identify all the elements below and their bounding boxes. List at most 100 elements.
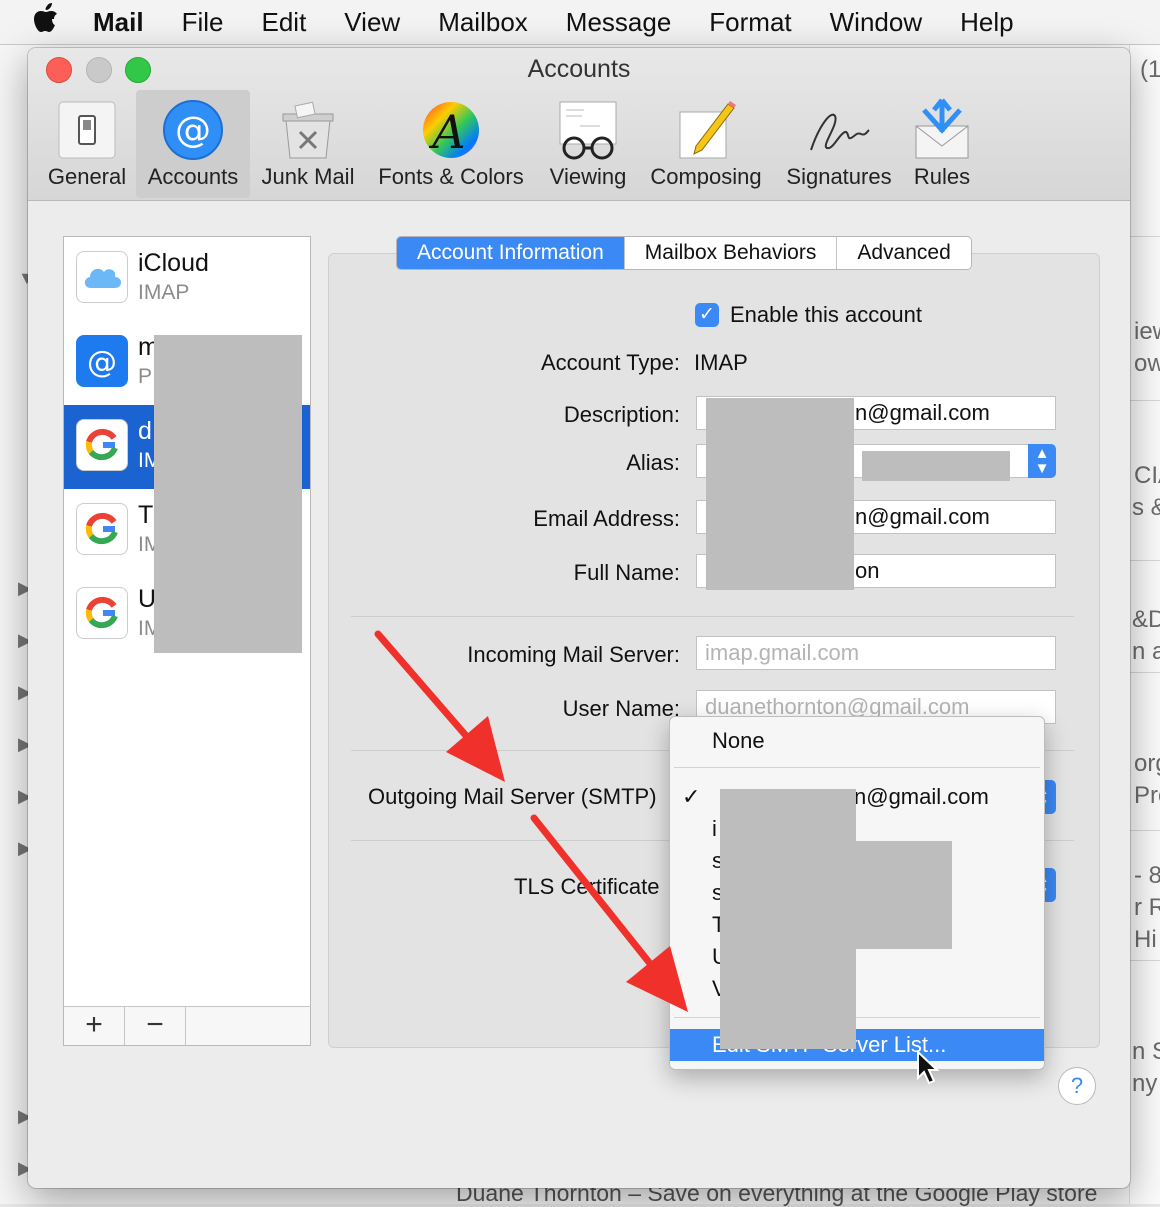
tab-mailbox-behaviors[interactable]: Mailbox Behaviors [624, 237, 838, 269]
toolbar-label: Viewing [549, 164, 627, 189]
bg-divider [1130, 960, 1160, 961]
google-icon [76, 503, 128, 555]
redaction-block [862, 451, 1010, 481]
bg-fragment: CIA [1134, 462, 1160, 489]
junk-mail-bin-icon [274, 96, 342, 164]
bg-fragment: s & [1132, 494, 1160, 521]
redaction-block [720, 789, 856, 1049]
toolbar-viewing[interactable]: Viewing [540, 90, 636, 198]
enable-account-checkbox[interactable]: ✓ [695, 303, 719, 327]
bg-fragment: n ar [1132, 638, 1160, 665]
outgoing-mail-server-label: Outgoing Mail Server (SMTP) [368, 784, 657, 809]
bg-fragment: n St [1132, 1038, 1160, 1065]
toolbar-label: General [47, 164, 127, 189]
toolbar-general[interactable]: General [40, 90, 134, 198]
redaction-block [852, 841, 952, 949]
toolbar-rules[interactable]: Rules [906, 90, 978, 198]
user-name-label: User Name: [562, 696, 680, 721]
description-label: Description: [563, 402, 680, 427]
menu-mailbox[interactable]: Mailbox [438, 7, 528, 38]
toolbar-label: Accounts [147, 164, 239, 189]
redaction-block [706, 398, 854, 590]
full-name-label: Full Name: [573, 560, 680, 585]
toolbar-label: Rules [913, 164, 971, 189]
menu-edit[interactable]: Edit [261, 7, 306, 38]
menu-format[interactable]: Format [709, 7, 791, 38]
at-sign-icon: @ [76, 335, 128, 387]
bg-divider [1130, 560, 1160, 561]
bg-fragment: &D [1132, 606, 1160, 633]
checkmark-icon: ✓ [682, 784, 701, 809]
google-icon [76, 419, 128, 471]
bg-fragment: owr [1134, 350, 1160, 377]
svg-text:@: @ [87, 345, 117, 380]
menu-mail[interactable]: Mail [93, 7, 144, 38]
bg-fragment: ny r [1132, 1070, 1160, 1097]
icloud-icon [76, 251, 128, 303]
account-type: P [138, 365, 153, 388]
menu-window[interactable]: Window [830, 7, 922, 38]
toolbar-accounts[interactable]: @ Accounts [136, 90, 250, 198]
toolbar-label: Junk Mail [261, 164, 355, 189]
toolbar-label: Signatures [786, 164, 892, 189]
apple-logo-icon[interactable] [18, 3, 74, 41]
alias-stepper-icon[interactable]: ▲ ▼ [1028, 444, 1056, 478]
bg-divider [1130, 236, 1160, 237]
toolbar-junk-mail[interactable]: Junk Mail [254, 90, 362, 198]
svg-text:@: @ [175, 110, 211, 151]
account-name: d [138, 417, 152, 445]
incoming-mail-server-label: Incoming Mail Server: [467, 642, 680, 667]
menu-message[interactable]: Message [566, 7, 672, 38]
menu-view[interactable]: View [344, 7, 400, 38]
bg-divider [1130, 672, 1160, 673]
bg-divider [1130, 830, 1160, 831]
general-switch-icon [53, 96, 121, 164]
composing-pencil-icon [672, 96, 740, 164]
toolbar-signatures[interactable]: Signatures [778, 90, 900, 198]
google-icon [76, 587, 128, 639]
menu-bar: Mail File Edit View Mailbox Message Form… [0, 0, 1160, 45]
menu-item-label: n@gmail.com [854, 784, 989, 809]
account-row-icloud[interactable]: iCloud IMAP [64, 237, 310, 321]
signature-icon [805, 96, 873, 164]
redaction-block [154, 335, 302, 653]
window-titlebar: Accounts General @ Accounts Junk Mail A … [28, 48, 1130, 201]
smtp-server-menu: None ✓ n@gmail.com i s s T U V Edit SMTP… [669, 716, 1045, 1070]
mouse-pointer-icon [917, 1050, 940, 1085]
toolbar-composing[interactable]: Composing [640, 90, 772, 198]
alias-label: Alias: [626, 450, 680, 475]
bg-fragment: - 8 [1134, 862, 1160, 889]
bg-fragment: r R [1134, 894, 1160, 921]
accounts-list-toolbar: + − [63, 1006, 311, 1046]
add-account-button[interactable]: + [64, 1007, 125, 1045]
account-name: iCloud [138, 249, 209, 277]
account-type-label: Account Type: [540, 350, 680, 375]
incoming-mail-server-field[interactable]: imap.gmail.com [696, 636, 1056, 670]
menu-item-none[interactable]: None [670, 725, 1044, 757]
account-type: IMAP [138, 281, 190, 304]
toolbar-fonts-colors[interactable]: A Fonts & Colors [368, 90, 534, 198]
help-button[interactable]: ? [1058, 1067, 1096, 1105]
enable-account-label: Enable this account [730, 302, 923, 327]
email-address-label: Email Address: [533, 506, 680, 531]
account-name: T [138, 501, 154, 529]
viewing-glasses-icon [554, 96, 622, 164]
svg-text:A: A [428, 105, 465, 159]
rules-envelope-icon [908, 96, 976, 164]
menu-item-label: None [712, 728, 765, 753]
account-tabs: Account Information Mailbox Behaviors Ad… [396, 236, 972, 270]
tab-advanced[interactable]: Advanced [837, 237, 971, 269]
tab-account-information[interactable]: Account Information [397, 237, 625, 269]
window-title: Accounts [527, 55, 631, 83]
tls-certificate-label: TLS Certificate [514, 874, 660, 899]
bg-fragment: Pro [1134, 782, 1160, 809]
remove-account-button[interactable]: − [125, 1007, 186, 1045]
bg-fragment: org [1134, 750, 1160, 777]
menu-help[interactable]: Help [960, 7, 1013, 38]
section-divider [351, 616, 1074, 617]
menu-file[interactable]: File [182, 7, 224, 38]
bg-fragment: Hi [1134, 926, 1157, 953]
at-sign-icon: @ [159, 96, 227, 164]
toolbar-label: Composing [650, 164, 762, 189]
toolbar-label: Fonts & Colors [378, 164, 524, 189]
